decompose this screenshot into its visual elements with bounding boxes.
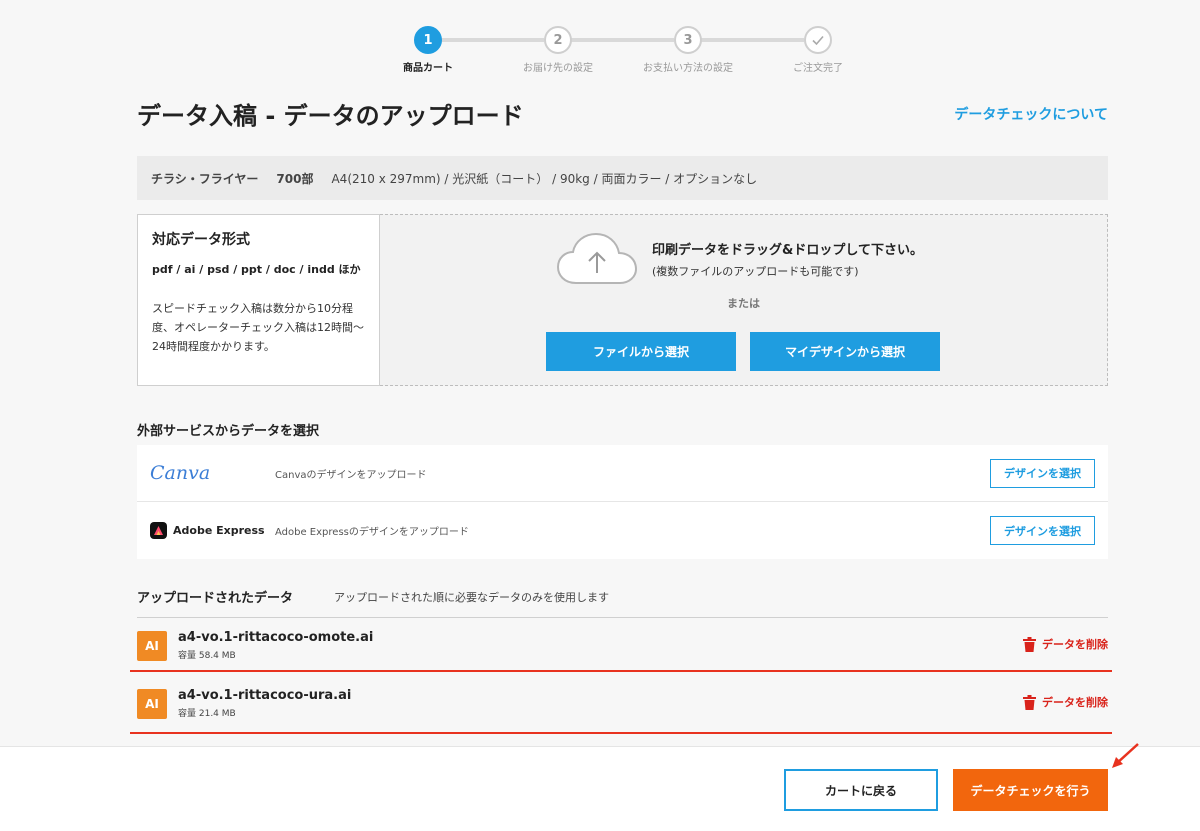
step-1-label: 商品カート: [403, 63, 453, 74]
product-name: チラシ・フライヤー: [151, 171, 259, 186]
back-to-cart-button[interactable]: カートに戻る: [784, 769, 938, 811]
drop-instruction: 印刷データをドラッグ&ドロップして下さい。: [652, 243, 923, 258]
trash-icon: [1023, 636, 1036, 652]
check-icon: [812, 35, 824, 46]
highlight-underline: [130, 732, 1112, 734]
formats-list: pdf / ai / psd / ppt / doc / indd ほか: [152, 263, 361, 276]
trash-icon: [1023, 694, 1036, 710]
supported-formats-box: 対応データ形式 pdf / ai / psd / ppt / doc / ind…: [137, 214, 380, 386]
run-data-check-button[interactable]: データチェックを行う: [953, 769, 1108, 811]
step-connector: [440, 38, 544, 42]
external-services-title: 外部サービスからデータを選択: [137, 424, 320, 439]
product-quantity: 700部: [276, 171, 314, 186]
ai-file-icon: AI: [137, 689, 167, 719]
file-name: a4-vo.1-rittacoco-omote.ai: [178, 630, 374, 645]
adobe-select-design-button[interactable]: デザインを選択: [990, 516, 1095, 545]
divider: [137, 617, 1108, 618]
delete-file-button[interactable]: データを削除: [1023, 694, 1108, 710]
delete-file-label: データを削除: [1042, 696, 1108, 709]
external-service-adobe: Adobe Express Adobe Expressのデザインをアップロード …: [137, 502, 1108, 559]
ai-file-icon: AI: [137, 631, 167, 661]
step-4-label: ご注文完了: [793, 63, 843, 74]
uploaded-data-title: アップロードされたデータ: [137, 591, 294, 606]
drop-sub-instruction: (複数ファイルのアップロードも可能です): [652, 265, 859, 278]
delete-file-label: データを削除: [1042, 638, 1108, 651]
step-connector: [700, 38, 804, 42]
select-mydesign-button[interactable]: マイデザインから選択: [750, 332, 940, 371]
adobe-express-logo: Adobe Express: [150, 522, 265, 539]
page-title: データ入稿 - データのアップロード: [137, 102, 524, 130]
upload-area: 対応データ形式 pdf / ai / psd / ppt / doc / ind…: [137, 214, 1108, 386]
annotation-arrow-icon: [1112, 743, 1139, 768]
adobe-express-logo-text: Adobe Express: [173, 524, 265, 537]
or-separator: または: [727, 297, 760, 310]
uploaded-file-row: AI a4-vo.1-rittacoco-ura.ai 容量 21.4 MB デ…: [137, 680, 1108, 728]
select-file-button[interactable]: ファイルから選択: [546, 332, 736, 371]
canva-description: Canvaのデザインをアップロード: [275, 469, 427, 481]
delete-file-button[interactable]: データを削除: [1023, 636, 1108, 652]
product-summary-bar: チラシ・フライヤー 700部 A4(210 x 297mm) / 光沢紙（コート…: [137, 156, 1108, 200]
step-3-label: お支払い方法の設定: [643, 63, 733, 74]
uploaded-data-note: アップロードされた順に必要なデータのみを使用します: [334, 591, 609, 604]
step-4-circle: [804, 26, 832, 54]
external-services-list: Canva Canvaのデザインをアップロード デザインを選択 Adobe Ex…: [137, 445, 1108, 559]
progress-stepper: 1 2 3 商品カート お届け先の設定 お支払い方法の設定 ご注文完了: [388, 26, 868, 76]
step-3-circle: 3: [674, 26, 702, 54]
cloud-upload-icon: [556, 232, 638, 284]
footer-action-bar: カートに戻る データチェックを行う: [0, 746, 1200, 831]
file-name: a4-vo.1-rittacoco-ura.ai: [178, 688, 352, 703]
step-2-label: お届け先の設定: [523, 63, 593, 74]
external-service-canva: Canva Canvaのデザインをアップロード デザインを選択: [137, 445, 1108, 502]
step-2-circle: 2: [544, 26, 572, 54]
highlight-underline: [130, 670, 1112, 672]
data-check-info-link[interactable]: データチェックについて: [954, 104, 1108, 124]
file-size: 容量 58.4 MB: [178, 651, 236, 661]
canva-select-design-button[interactable]: デザインを選択: [990, 458, 1095, 488]
uploaded-file-row: AI a4-vo.1-rittacoco-omote.ai 容量 58.4 MB…: [137, 622, 1108, 670]
adobe-express-icon: [150, 522, 167, 539]
drop-zone[interactable]: 印刷データをドラッグ&ドロップして下さい。 (複数ファイルのアップロードも可能で…: [380, 214, 1108, 386]
file-size: 容量 21.4 MB: [178, 709, 236, 719]
formats-title: 対応データ形式: [152, 232, 250, 248]
adobe-express-description: Adobe Expressのデザインをアップロード: [275, 527, 469, 538]
canva-logo: Canva: [150, 462, 211, 484]
formats-description: スピードチェック入稿は数分から10分程度、オペレーターチェック入稿は12時間〜2…: [152, 302, 364, 353]
product-spec: A4(210 x 297mm) / 光沢紙（コート） / 90kg / 両面カラ…: [331, 171, 758, 186]
step-connector: [570, 38, 674, 42]
step-1-circle: 1: [414, 26, 442, 54]
